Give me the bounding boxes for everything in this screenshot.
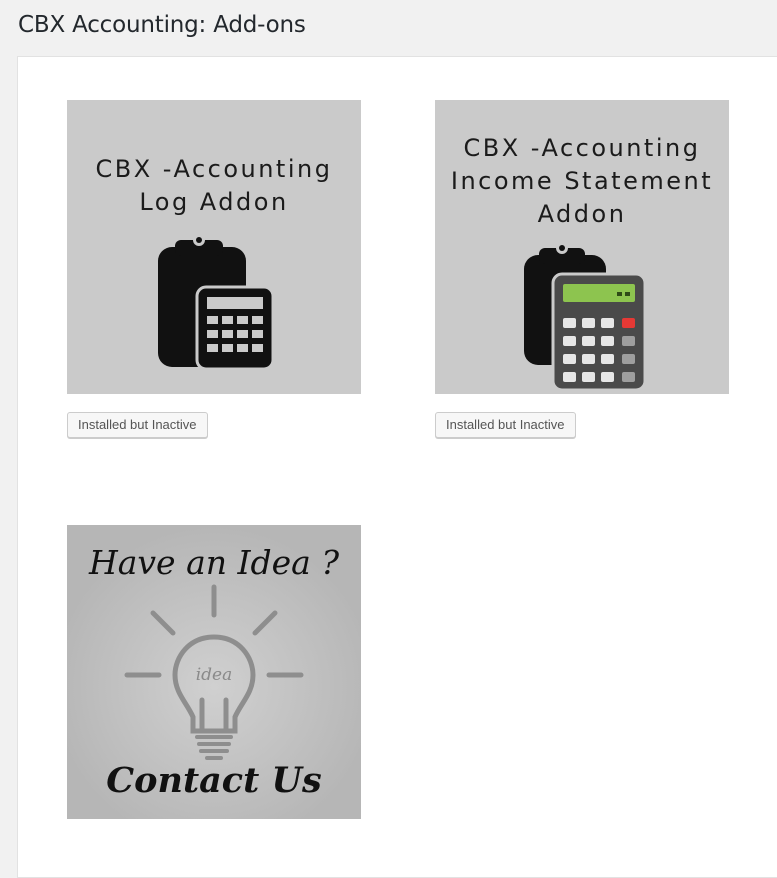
idea-headline: Have an Idea ? [88, 543, 340, 582]
contact-us-card[interactable]: Have an Idea ? idea Contact Us [67, 525, 361, 819]
addon-income-statement-status-button[interactable]: Installed but Inactive [435, 412, 576, 438]
page-title: CBX Accounting: Add-ons [18, 12, 306, 38]
addon-card-income-statement-image[interactable]: CBX -Accounting Income Statement Addon [435, 100, 729, 394]
idea-bulb-label: idea [195, 665, 233, 685]
addon-card-log-image[interactable]: CBX -Accounting Log Addon [67, 100, 361, 394]
addons-panel: CBX -Accounting Log Addon Installed but … [17, 56, 777, 878]
clipboard-calculator-icon [158, 234, 275, 371]
contact-us-label[interactable]: Contact Us [67, 760, 361, 801]
addon-log-status-button[interactable]: Installed but Inactive [67, 412, 208, 438]
clipboard-colored-calculator-icon [524, 242, 647, 392]
